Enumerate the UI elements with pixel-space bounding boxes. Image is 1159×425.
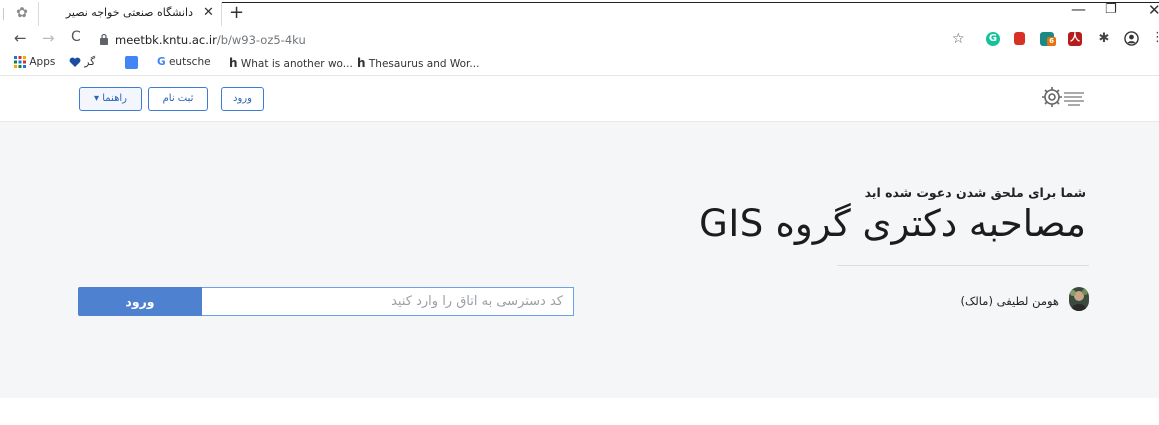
- bookmarks-bar: Apps گر G eutsche h What is another wo..…: [0, 52, 1159, 76]
- tab-close-icon[interactable]: ✕: [203, 5, 214, 20]
- heart-icon: [69, 57, 81, 67]
- back-button[interactable]: ←: [14, 29, 27, 47]
- access-code-input[interactable]: [201, 287, 574, 316]
- help-dropdown-button[interactable]: راهنما ▾: [79, 87, 142, 111]
- tab-favicon-icon[interactable]: ✿: [12, 4, 32, 22]
- bookmark-label: گر: [84, 56, 96, 68]
- app-header: راهنما ▾ ثبت نام ورود: [0, 76, 1159, 122]
- google-icon: G: [157, 56, 166, 68]
- signup-button[interactable]: ثبت نام: [148, 87, 208, 111]
- browser-tab-strip: ✿ ✕ دانشگاه صنعتی خواجه نصیر + — ❐ ✕: [0, 0, 1159, 28]
- extensions-puzzle-icon[interactable]: ✱: [1097, 32, 1111, 46]
- window-close-button[interactable]: ✕: [1148, 1, 1159, 19]
- extension-badge-icon[interactable]: 6: [1040, 32, 1056, 46]
- login-button[interactable]: ورود: [221, 87, 264, 111]
- pdf-icon[interactable]: 人: [1068, 32, 1082, 46]
- tab-divider: [3, 8, 4, 20]
- bookmark-what-is-another[interactable]: h What is another wo...: [229, 56, 353, 70]
- browser-toolbar: ← → C meetbk.kntu.ac.ir/b/w93-oz5-4ku ☆ …: [0, 28, 1159, 52]
- minimize-button[interactable]: —: [1071, 0, 1086, 18]
- bookmark-star-icon[interactable]: ☆: [952, 31, 965, 47]
- bookmark-gar[interactable]: گر: [69, 56, 95, 68]
- browser-tab[interactable]: ✕ دانشگاه صنعتی خواجه نصیر: [38, 2, 222, 26]
- profile-icon[interactable]: [1124, 31, 1139, 46]
- enter-room-button[interactable]: ورود: [78, 287, 202, 316]
- badge-count: 6: [1047, 37, 1056, 46]
- avatar: [1069, 287, 1089, 311]
- url-domain: meetbk.kntu.ac.ir: [115, 33, 217, 47]
- tab-title: دانشگاه صنعتی خواجه نصیر: [65, 6, 193, 19]
- forward-button[interactable]: →: [42, 29, 55, 47]
- bookmark-label: What is another wo...: [240, 58, 353, 70]
- room-title: مصاحبه دکتری گروه GIS: [699, 202, 1086, 245]
- translate-icon: [125, 56, 138, 69]
- maximize-button[interactable]: ❐: [1105, 2, 1117, 17]
- room-panel: شما برای ملحق شدن دعوت شده اید مصاحبه دک…: [0, 122, 1159, 398]
- bookmark-label: eutsche: [168, 56, 211, 68]
- h-site-icon: h: [357, 56, 366, 70]
- kntu-logo-icon[interactable]: [1040, 84, 1088, 112]
- divider: [837, 265, 1089, 266]
- address-bar[interactable]: meetbk.kntu.ac.ir/b/w93-oz5-4ku: [115, 33, 306, 47]
- apps-grid-icon: [14, 56, 26, 68]
- reload-button[interactable]: C: [71, 29, 81, 45]
- bookmark-apps[interactable]: Apps: [14, 56, 55, 68]
- lock-icon[interactable]: [99, 33, 109, 45]
- red-square-icon[interactable]: [1014, 32, 1025, 45]
- grammarly-icon[interactable]: G: [986, 32, 1000, 46]
- bookmark-thesaurus[interactable]: h Thesaurus and Wor...: [357, 56, 479, 70]
- room-owner: هومن لطیفی (مالک): [960, 294, 1059, 308]
- bookmark-label: Apps: [29, 56, 56, 68]
- bookmark-label: Thesaurus and Wor...: [368, 58, 480, 70]
- browser-menu-icon[interactable]: ⋮: [1151, 30, 1159, 45]
- h-site-icon: h: [229, 56, 238, 70]
- invite-subtitle: شما برای ملحق شدن دعوت شده اید: [864, 185, 1086, 200]
- bookmark-translate[interactable]: [125, 56, 138, 69]
- bookmark-eutsche[interactable]: G eutsche: [157, 56, 211, 68]
- url-path: /b/w93-oz5-4ku: [216, 33, 306, 47]
- new-tab-button[interactable]: +: [229, 2, 244, 23]
